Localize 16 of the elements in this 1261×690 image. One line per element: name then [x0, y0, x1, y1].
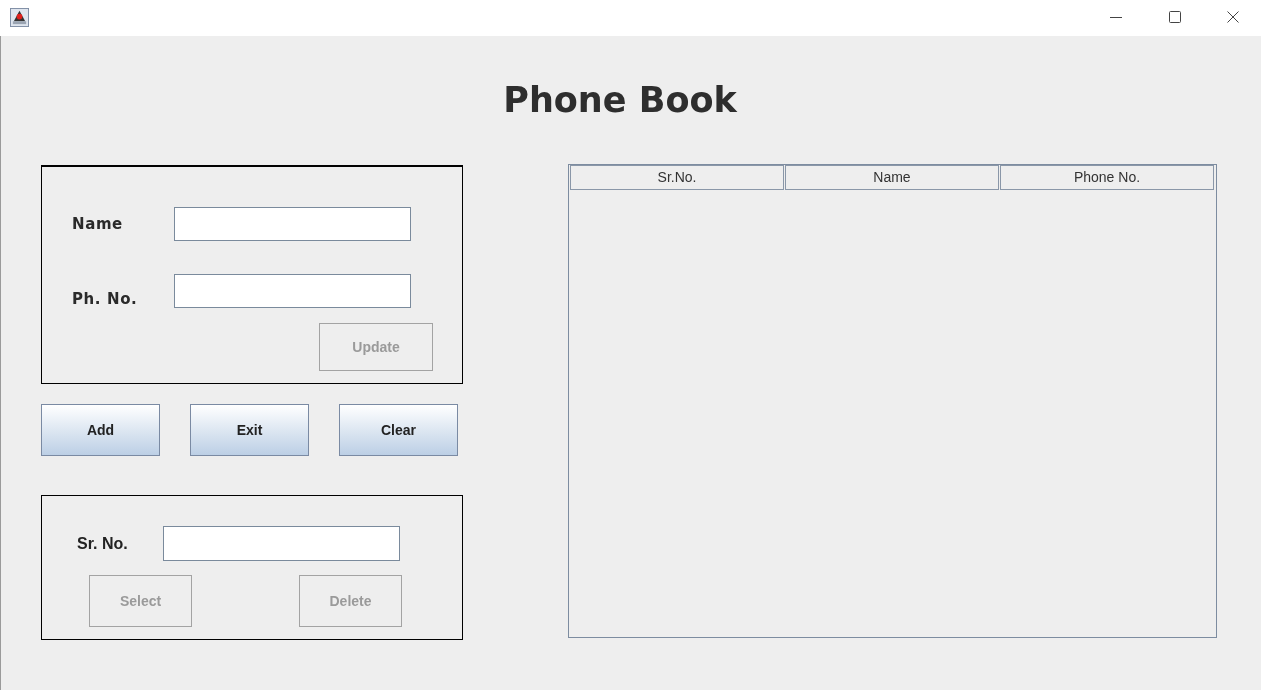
app-icon — [10, 8, 29, 27]
input-field[interactable] — [163, 526, 400, 561]
maximize-icon[interactable] — [1169, 11, 1181, 23]
input-field[interactable] — [174, 274, 411, 308]
field-label: Sr. No. — [77, 534, 129, 553]
field-label: Name — [72, 215, 124, 233]
action-button[interactable]: Clear — [339, 404, 458, 456]
column-header: Name — [785, 165, 999, 190]
field-label: Ph. No. — [72, 290, 139, 308]
input-field[interactable] — [174, 207, 411, 241]
column-header: Sr.No. — [570, 165, 784, 190]
action-button[interactable]: Add — [41, 404, 160, 456]
close-icon[interactable] — [1227, 11, 1239, 23]
action-button[interactable]: Exit — [190, 404, 309, 456]
app-title: Phone Book — [503, 79, 737, 121]
column-header: Phone No. — [1000, 165, 1214, 190]
